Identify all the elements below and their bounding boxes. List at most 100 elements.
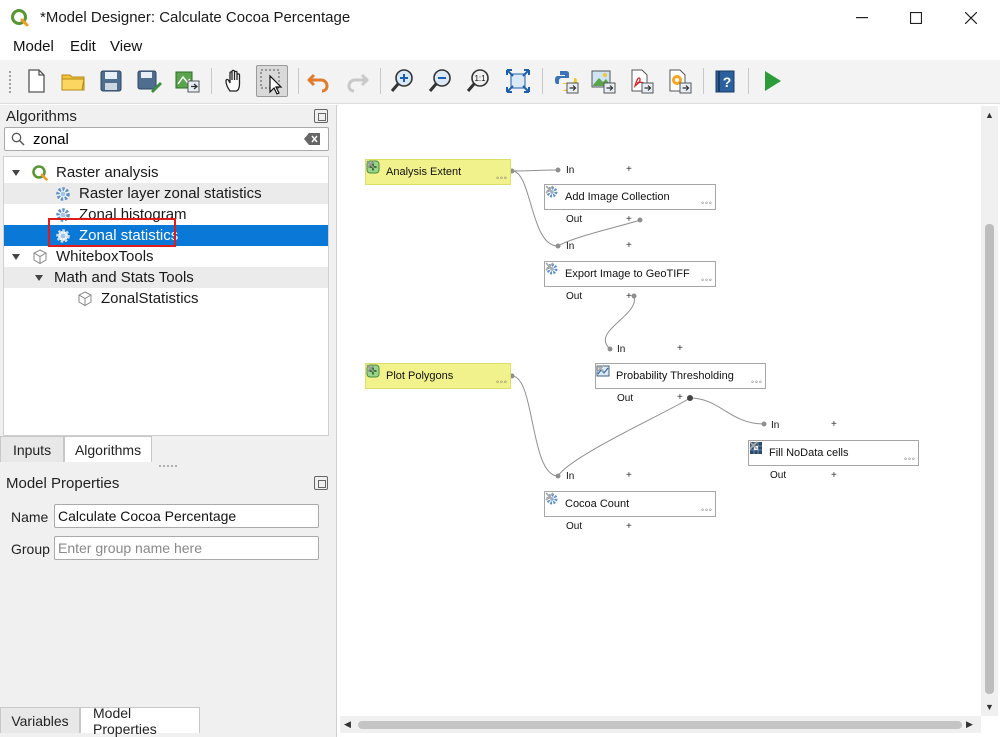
node-plot-polygons[interactable]: Plot Polygons ∘∘∘ (365, 363, 511, 389)
scroll-up-icon[interactable]: ▲ (985, 110, 994, 120)
clear-search-icon[interactable] (304, 133, 320, 145)
save-model-button[interactable] (95, 65, 127, 97)
expand-port-icon[interactable]: + (626, 521, 632, 532)
vertical-scrollbar[interactable]: ▲ ▼ (981, 106, 998, 716)
tree-item-label: Raster analysis (56, 164, 159, 181)
tab-algorithms[interactable]: Algorithms (64, 436, 152, 462)
expand-arrow-icon[interactable] (34, 273, 44, 283)
node-delete-icon[interactable] (545, 262, 554, 271)
scrollbar-thumb[interactable] (985, 224, 994, 694)
title-bar: *Model Designer: Calculate Cocoa Percent… (0, 0, 1000, 36)
zoom-actual-button[interactable]: 1:1 (463, 65, 495, 97)
connection-threshold-to-fill (689, 397, 765, 425)
node-delete-icon[interactable] (366, 160, 375, 169)
node-label: Plot Polygons (386, 370, 454, 382)
node-edit-handle[interactable]: ∘∘∘ (903, 455, 915, 463)
node-analysis-extent[interactable]: Analysis Extent ∘∘∘ (365, 159, 511, 185)
expand-port-icon[interactable]: + (677, 392, 683, 403)
tab-variables[interactable]: Variables (0, 707, 80, 733)
tree-item-raster-layer-zonal-statistics[interactable]: Raster layer zonal statistics (4, 183, 328, 204)
splitter-handle[interactable] (158, 464, 178, 468)
node-edit-handle[interactable]: ∘∘∘ (700, 506, 712, 514)
zoom-out-button[interactable] (425, 65, 457, 97)
expand-port-icon[interactable]: + (626, 164, 632, 175)
expand-arrow-icon[interactable] (11, 252, 21, 262)
scroll-left-icon[interactable]: ◀ (344, 719, 351, 730)
zoom-in-button[interactable] (387, 65, 419, 97)
tree-item-whiteboxtools[interactable]: WhiteboxTools (4, 246, 328, 267)
scrollbar-thumb[interactable] (358, 721, 962, 729)
expand-port-icon[interactable]: + (626, 214, 632, 225)
expand-arrow-icon[interactable] (11, 168, 21, 178)
algorithm-tree: Raster analysis Raster layer zonal stati… (3, 156, 329, 436)
help-button[interactable]: ? (710, 65, 742, 97)
node-add-image-collection[interactable]: Add Image Collection ∘∘∘ (544, 184, 716, 210)
export-pdf-button[interactable] (625, 65, 657, 97)
tree-item-math-and-stats-tools[interactable]: Math and Stats Tools (4, 267, 328, 288)
node-delete-icon[interactable] (366, 364, 375, 373)
minimize-button[interactable] (839, 0, 885, 36)
node-edit-handle[interactable]: ∘∘∘ (700, 199, 712, 207)
toolbar-grip[interactable] (8, 70, 12, 94)
select-button[interactable] (256, 65, 288, 97)
expand-port-icon[interactable]: + (831, 470, 837, 481)
pan-button[interactable] (219, 65, 251, 97)
node-label: Cocoa Count (565, 498, 630, 510)
connection-threshold-to-cocoa (557, 397, 691, 477)
tab-inputs[interactable]: Inputs (0, 436, 64, 462)
expand-port-icon[interactable]: + (626, 291, 632, 302)
expand-port-icon[interactable]: + (677, 343, 683, 354)
export-image-button[interactable] (587, 65, 619, 97)
export-python-icon (555, 71, 579, 94)
new-model-icon (28, 69, 45, 93)
zoom-full-button[interactable] (502, 65, 534, 97)
menu-view[interactable]: View (110, 38, 142, 55)
tree-item-zonalstatistics-whitebox[interactable]: ZonalStatistics (4, 288, 328, 309)
node-edit-handle[interactable]: ∘∘∘ (750, 378, 762, 386)
horizontal-scrollbar[interactable]: ◀ ▶ (340, 716, 981, 733)
redo-button[interactable] (341, 65, 373, 97)
port-dot (687, 395, 693, 401)
export-svg-button[interactable] (663, 65, 695, 97)
export-to-project-button[interactable] (171, 65, 203, 97)
tree-item-raster-analysis[interactable]: Raster analysis (4, 162, 328, 183)
name-label: Name (11, 509, 49, 525)
export-python-button[interactable] (550, 65, 582, 97)
node-edit-handle[interactable]: ∘∘∘ (700, 276, 712, 284)
node-cocoa-count[interactable]: Cocoa Count ∘∘∘ (544, 491, 716, 517)
node-label: Analysis Extent (386, 166, 462, 178)
node-edit-handle[interactable]: ∘∘∘ (495, 174, 507, 182)
open-model-button[interactable] (57, 65, 89, 97)
search-input[interactable] (33, 130, 283, 148)
undo-button[interactable] (303, 65, 335, 97)
close-button[interactable] (948, 0, 994, 36)
export-pdf-icon (631, 69, 654, 94)
scroll-right-icon[interactable]: ▶ (966, 719, 973, 730)
float-panel-icon[interactable] (314, 476, 328, 490)
expand-port-icon[interactable]: + (626, 470, 632, 481)
maximize-icon (910, 12, 922, 24)
node-delete-icon[interactable] (749, 441, 758, 450)
node-delete-icon[interactable] (596, 364, 605, 373)
node-fill-nodata-cells[interactable]: Fill NoData cells ∘∘∘ (748, 440, 919, 466)
run-model-button[interactable] (756, 65, 788, 97)
node-export-image-to-geotiff[interactable]: Export Image to GeoTIFF ∘∘∘ (544, 261, 716, 287)
new-model-button[interactable] (20, 65, 52, 97)
node-delete-icon[interactable] (545, 185, 554, 194)
model-canvas[interactable]: Analysis Extent ∘∘∘ In + Add Image Colle… (340, 106, 981, 716)
float-panel-icon[interactable] (314, 109, 328, 123)
node-edit-handle[interactable]: ∘∘∘ (495, 378, 507, 386)
window-title: *Model Designer: Calculate Cocoa Percent… (40, 9, 351, 26)
node-delete-icon[interactable] (545, 492, 554, 501)
scroll-down-icon[interactable]: ▼ (985, 702, 994, 712)
menu-edit[interactable]: Edit (70, 38, 96, 55)
node-probability-thresholding[interactable]: Probability Thresholding ∘∘∘ (595, 363, 766, 389)
model-name-input[interactable] (54, 504, 319, 528)
expand-port-icon[interactable]: + (831, 419, 837, 430)
save-as-button[interactable] (133, 65, 165, 97)
maximize-button[interactable] (893, 0, 939, 36)
model-group-input[interactable] (54, 536, 319, 560)
menu-model[interactable]: Model (13, 38, 54, 55)
expand-port-icon[interactable]: + (626, 240, 632, 251)
tab-model-properties[interactable]: Model Properties (80, 705, 200, 737)
